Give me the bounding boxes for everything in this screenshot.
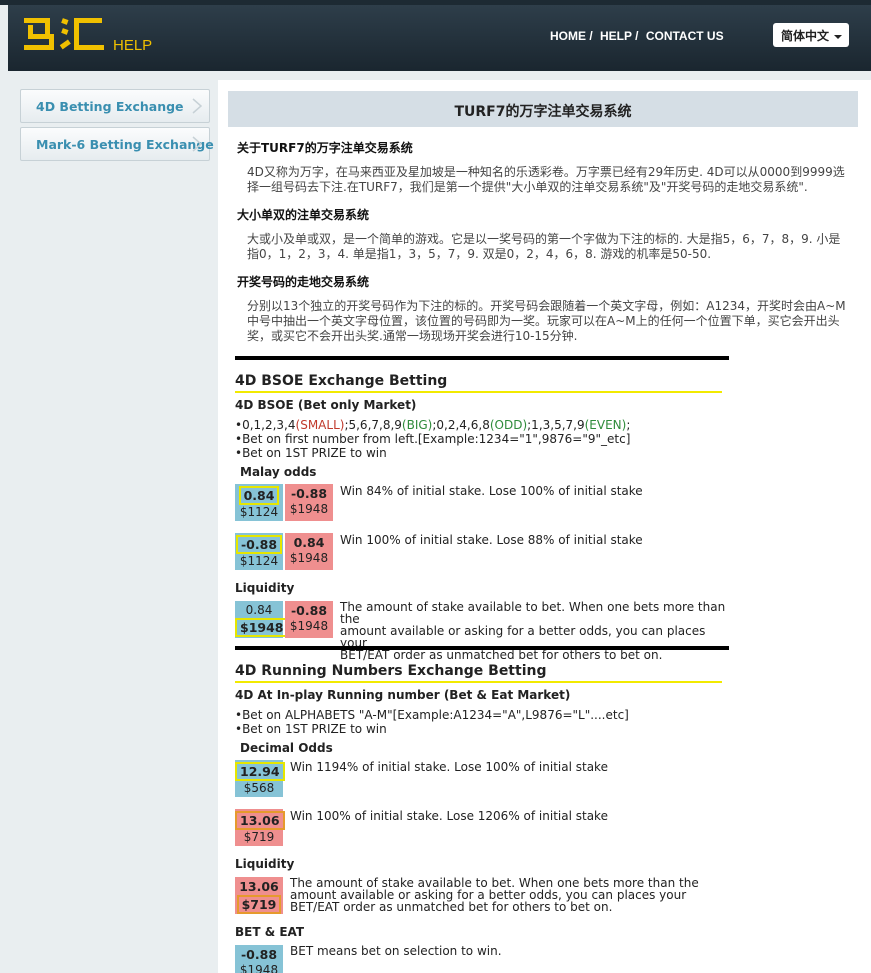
intro-text: 4D又称为万字，在马来西亚及星加坡是一种知名的乐透彩卷。万字票已经有29年历史.… [247, 165, 845, 194]
language-select[interactable]: 简体中文 [773, 23, 849, 47]
bsoe-line1: •0,1,2,3,4(SMALL);5,6,7,8,9(BIG);0,2,4,6… [235, 418, 631, 432]
decimal-cell-lay[interactable]: 13.06 $719 [235, 809, 285, 846]
malay-odds-label: Malay odds [240, 465, 317, 479]
nav-help[interactable]: HELP [600, 29, 632, 43]
bsoe-line2: •Bet on first number from left.[Example:… [235, 432, 631, 446]
liquidity-label: Liquidity [235, 857, 295, 871]
betting-guide: 4D BSOE Exchange Betting 4D BSOE (Bet on… [235, 356, 729, 973]
decimal-odds-label: Decimal Odds [240, 741, 333, 755]
sidebar-item-label: 4D Betting Exchange [36, 99, 184, 114]
liquidity-cell-back[interactable]: 0.84 $1948 [235, 601, 289, 638]
bet-eat-note: BET means bet on selection to win. [290, 944, 502, 958]
intro: 关于TURF7的万字注单交易系统 4D又称为万字，在马来西亚及星加坡是一种知名的… [237, 139, 847, 355]
sidebar: 4D Betting Exchange Mark-6 Betting Excha… [20, 89, 214, 165]
page-title: TURF7的万字注单交易系统 [228, 91, 858, 127]
bet-eat-cell[interactable]: -0.88 $1948 [235, 945, 283, 973]
odds-note: Win 1194% of initial stake. Lose 100% of… [290, 760, 608, 774]
odds-note: Win 84% of initial stake. Lose 100% of i… [340, 484, 643, 498]
divider [235, 356, 729, 360]
odds-note: Win 100% of initial stake. Lose 1206% of… [290, 809, 608, 823]
running-title: 4D Running Numbers Exchange Betting [235, 663, 722, 683]
odds-cell-back[interactable]: 0.84 $1124 [235, 484, 283, 521]
running-line2: •Bet on 1ST PRIZE to win [235, 722, 387, 736]
odds-cell-lay[interactable]: 0.84 $1948 [285, 533, 333, 570]
liquidity-note: The amount of stake available to bet. Wh… [340, 600, 726, 662]
liquidity-label: Liquidity [235, 581, 295, 595]
decimal-cell-back[interactable]: 12.94 $568 [235, 760, 285, 797]
logo-help-label: HELP [113, 37, 153, 54]
odds-cell-back[interactable]: -0.88 $1124 [235, 533, 283, 570]
intro-heading: 关于TURF7的万字注单交易系统 [237, 141, 413, 155]
bet-eat-label: BET & EAT [235, 925, 305, 939]
chevron-right-icon [192, 98, 203, 114]
main-content: TURF7的万字注单交易系统 关于TURF7的万字注单交易系统 4D又称为万字，… [218, 80, 871, 973]
site-logo[interactable] [22, 15, 106, 55]
sidebar-item-label: Mark-6 Betting Exchange [36, 137, 214, 152]
nav-contact-us[interactable]: CONTACT US [646, 29, 724, 43]
language-label: 简体中文 [781, 29, 830, 43]
sidebar-item-mark6[interactable]: Mark-6 Betting Exchange [20, 127, 214, 161]
liquidity-cell-lay[interactable]: -0.88 $1948 [285, 601, 333, 638]
liquidity-cell-lay[interactable]: 13.06 $719 [235, 877, 283, 914]
odds-cell-lay[interactable]: -0.88 $1948 [285, 484, 333, 521]
top-nav: HOME / HELP / CONTACT US [550, 29, 724, 43]
caret-down-icon [834, 34, 843, 39]
bsoe-subtitle: 4D BSOE (Bet only Market) [235, 398, 417, 412]
nav-home[interactable]: HOME [550, 29, 586, 43]
intro-heading: 开奖号码的走地交易系统 [237, 275, 370, 289]
header: HELP HOME / HELP / CONTACT US 简体中文 [8, 5, 871, 71]
chevron-right-icon [192, 136, 203, 152]
divider [235, 646, 729, 650]
bsoe-line3: •Bet on 1ST PRIZE to win [235, 446, 387, 460]
odds-note: Win 100% of initial stake. Lose 88% of i… [340, 533, 643, 547]
bsoe-title: 4D BSOE Exchange Betting [235, 373, 722, 393]
intro-heading: 大小单双的注单交易系统 [237, 208, 370, 222]
sidebar-item-4d[interactable]: 4D Betting Exchange [20, 89, 210, 123]
liquidity-note: The amount of stake available to bet. Wh… [290, 876, 699, 914]
running-line1: •Bet on ALPHABETS "A-M"[Example:A1234="A… [235, 708, 629, 722]
intro-text: 大或小及单或双，是一个简单的游戏。它是以一奖号码的第一个字做为下注的标的. 大是… [247, 232, 841, 261]
running-subtitle: 4D At In-play Running number (Bet & Eat … [235, 688, 571, 702]
intro-text: 分别以13个独立的开奖号码作为下注的标的。开奖号码会跟随着一个英文字母，例如：A… [247, 299, 846, 343]
